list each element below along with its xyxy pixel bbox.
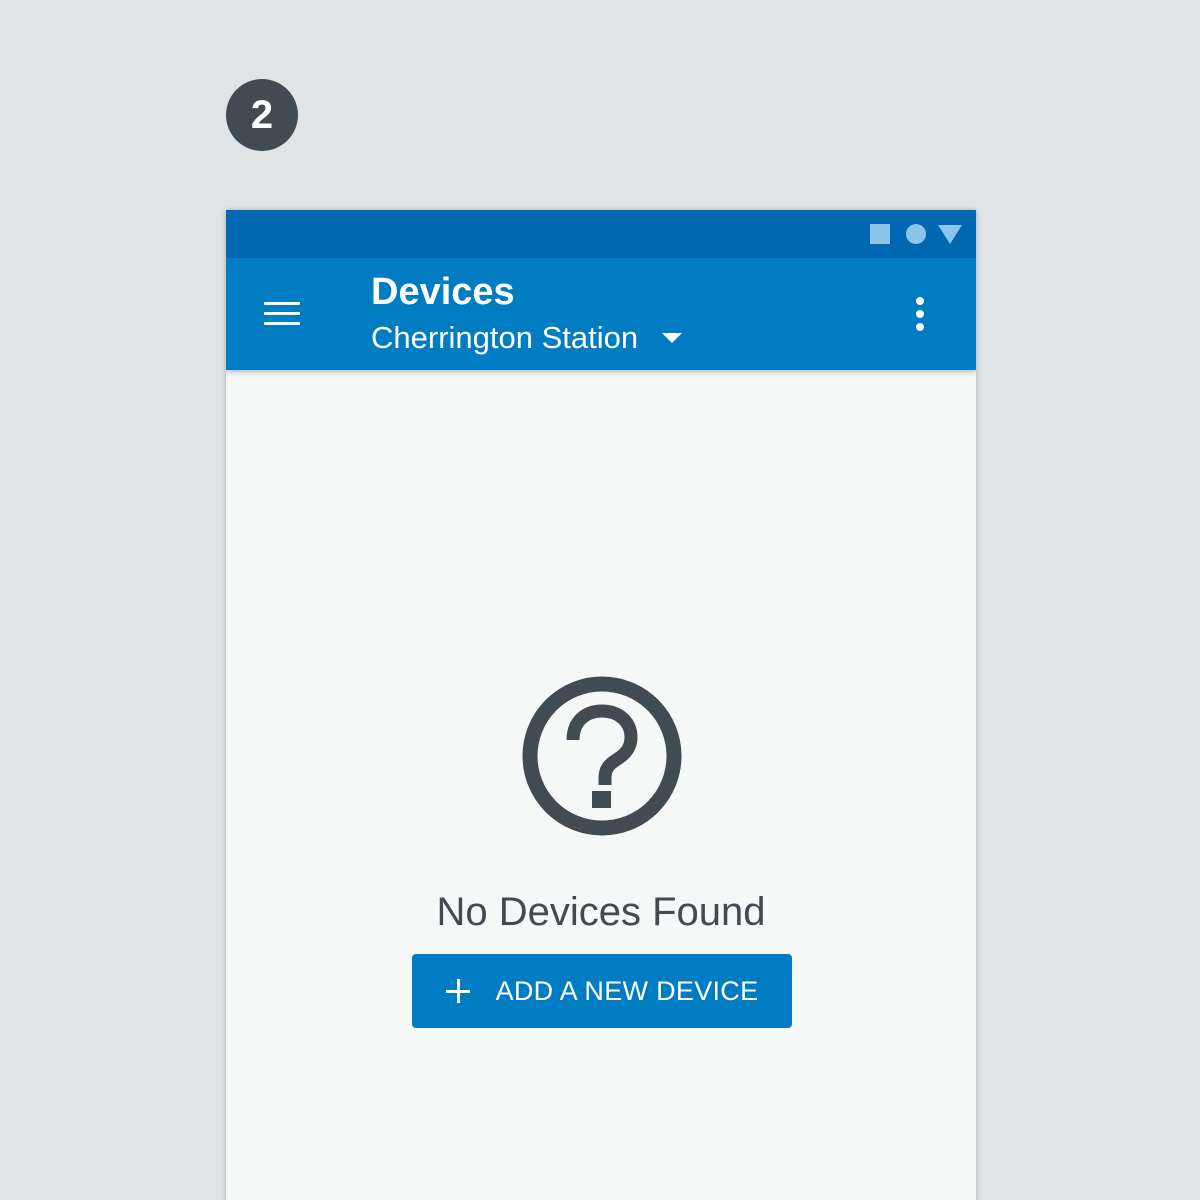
triangle-icon xyxy=(938,225,962,244)
add-new-device-label: ADD A NEW DEVICE xyxy=(495,975,759,1006)
phone-screen: Devices Cherrington Station No Devices F… xyxy=(226,210,976,1200)
status-bar xyxy=(226,210,976,258)
page-title: Devices xyxy=(371,271,515,313)
plus-icon xyxy=(445,979,470,1003)
circle-icon xyxy=(906,224,926,244)
square-icon xyxy=(870,224,890,244)
empty-state-message: No Devices Found xyxy=(436,890,766,934)
add-new-device-button[interactable]: ADD A NEW DEVICE xyxy=(412,954,792,1028)
dropdown-arrow-icon xyxy=(662,333,683,343)
more-vert-icon[interactable] xyxy=(900,294,940,334)
location-label: Cherrington Station xyxy=(371,320,639,355)
app-bar: Devices Cherrington Station xyxy=(226,258,976,370)
location-selector[interactable]: Cherrington Station xyxy=(371,318,683,358)
stage: 2 Devices Cherrington Station No Devices… xyxy=(0,0,1200,1200)
hamburger-menu-icon[interactable] xyxy=(256,292,308,336)
step-number-badge: 2 xyxy=(226,79,298,151)
help-circle-icon xyxy=(522,676,682,836)
